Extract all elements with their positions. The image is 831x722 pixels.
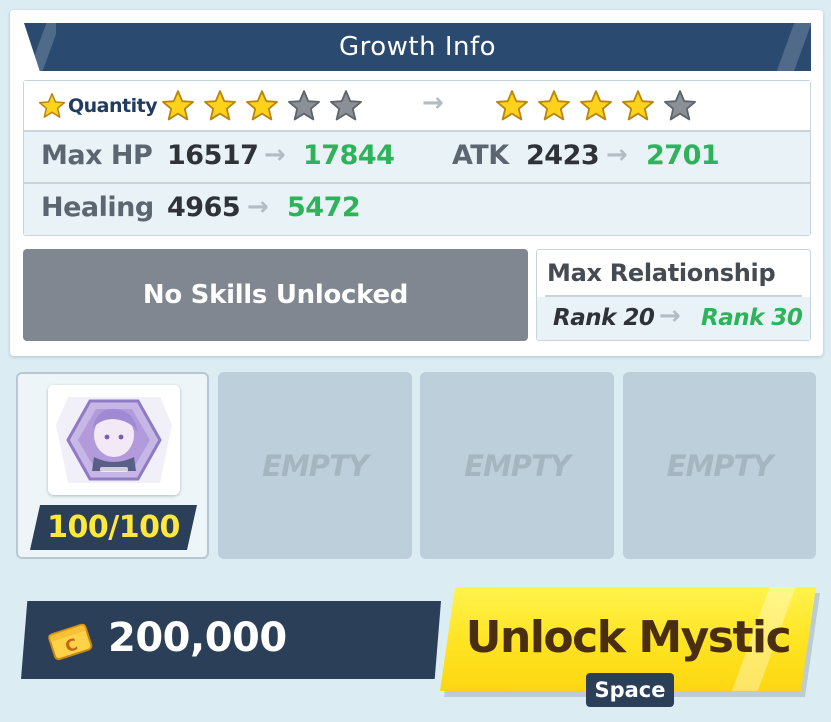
- star-filled-icon: [579, 89, 613, 123]
- healing-current-value: 4965: [167, 192, 241, 223]
- material-count: 100/100: [47, 510, 180, 545]
- arrow-right-icon: →: [659, 301, 681, 331]
- star-filled-icon: [495, 89, 529, 123]
- quantity-arrow: →: [422, 88, 444, 118]
- cost-amount: 200,000: [108, 615, 287, 661]
- max-hp-current-value: 16517: [167, 140, 259, 171]
- star-filled-icon: [621, 89, 655, 123]
- star-empty-icon: [663, 89, 697, 123]
- atk-next-value: 2701: [646, 140, 720, 171]
- material-slot-empty[interactable]: EMPTY: [623, 372, 816, 559]
- healing-label: Healing: [41, 192, 154, 223]
- quantity-label: Quantity: [68, 95, 158, 117]
- empty-slot-label: EMPTY: [666, 448, 774, 483]
- arrow-right-icon: →: [264, 140, 286, 170]
- stats-table: Quantity → Max HP 16517 → 17844 ATK 2423…: [23, 80, 811, 236]
- arrow-right-icon: →: [606, 140, 628, 170]
- keyboard-hint: Space: [586, 673, 674, 707]
- star-empty-icon: [287, 89, 321, 123]
- atk-label: ATK: [452, 140, 509, 171]
- star-filled-icon: [245, 89, 279, 123]
- empty-slot-label: EMPTY: [464, 448, 571, 483]
- material-slot-filled[interactable]: 100/100: [16, 372, 209, 559]
- star-empty-icon: [329, 89, 363, 123]
- unlock-mystic-label: Unlock Mystic: [465, 611, 792, 663]
- growth-info-title: Growth Info: [338, 32, 497, 62]
- atk-current-value: 2423: [526, 140, 600, 171]
- relationship-next-rank: Rank 30: [701, 305, 803, 331]
- skills-status: No Skills Unlocked: [23, 249, 528, 341]
- title-bar-decoration: [28, 23, 56, 71]
- star-filled-icon: [161, 89, 195, 123]
- character-eleph-icon: [48, 385, 180, 495]
- material-slot-empty[interactable]: EMPTY: [420, 372, 614, 559]
- relationship-rank-row: Rank 20 → Rank 30: [537, 297, 810, 340]
- growth-info-title-bar: Growth Info: [24, 23, 811, 71]
- quantity-row: Quantity →: [24, 81, 810, 132]
- relationship-title: Max Relationship: [547, 259, 776, 287]
- star-filled-icon: [203, 89, 237, 123]
- stat-row: Healing 4965 → 5472: [24, 184, 810, 235]
- star-filled-icon: [537, 89, 571, 123]
- healing-next-value: 5472: [287, 192, 361, 223]
- growth-info-panel: Growth Info Quantity → Max HP 16517 → 17…: [10, 10, 823, 356]
- arrow-right-icon: →: [247, 192, 269, 222]
- stat-row: Max HP 16517 → 17844 ATK 2423 → 2701: [24, 132, 810, 184]
- relationship-box: Max Relationship Rank 20 → Rank 30: [536, 249, 811, 341]
- relationship-current-rank: Rank 20: [553, 305, 655, 331]
- credit-card-icon: C: [47, 621, 93, 661]
- skills-status-label: No Skills Unlocked: [142, 280, 409, 310]
- empty-slot-label: EMPTY: [262, 448, 369, 483]
- max-hp-label: Max HP: [41, 140, 153, 171]
- material-count-badge: 100/100: [30, 505, 197, 550]
- cost-display: C 200,000: [21, 601, 441, 679]
- material-slot-empty[interactable]: EMPTY: [218, 372, 412, 559]
- title-bar-decoration: [771, 23, 811, 71]
- max-hp-next-value: 17844: [303, 140, 395, 171]
- quantity-star-icon: [38, 92, 66, 120]
- keyboard-hint-label: Space: [594, 678, 666, 702]
